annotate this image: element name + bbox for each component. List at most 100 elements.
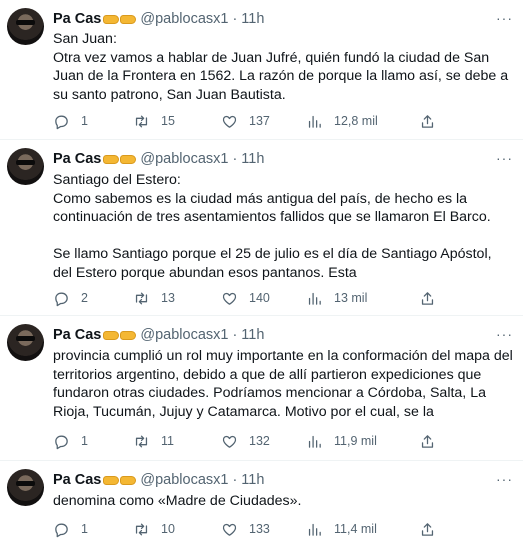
- tweet[interactable]: Pa Cas @pablocasx1 · 11h ··· denomina co…: [0, 461, 523, 537]
- retweet-button[interactable]: 11: [133, 433, 174, 450]
- share-button[interactable]: [419, 521, 447, 538]
- share-icon: [421, 291, 434, 305]
- author-name[interactable]: Pa Cas: [53, 11, 101, 27]
- tweet-feed: Pa Cas @pablocasx1 · 11h ··· San Juan: O…: [0, 0, 523, 537]
- more-icon[interactable]: ···: [496, 326, 513, 342]
- tweet[interactable]: Pa Cas @pablocasx1 · 11h ··· San Juan: O…: [0, 0, 523, 140]
- timestamp[interactable]: 11h: [241, 11, 264, 27]
- timestamp[interactable]: 11h: [241, 472, 264, 488]
- separator-dot: ·: [232, 472, 238, 488]
- timestamp[interactable]: 11h: [241, 327, 264, 343]
- views-icon: [308, 435, 321, 448]
- separator-dot: ·: [232, 151, 238, 167]
- reply-icon: [55, 115, 68, 129]
- like-count: 132: [249, 434, 270, 448]
- tweet-text: denomina como «Madre de Ciudades».: [53, 493, 302, 509]
- share-icon: [421, 114, 434, 128]
- author-handle[interactable]: @pablocasx1: [140, 327, 228, 343]
- more-icon[interactable]: ···: [496, 10, 513, 26]
- share-icon: [421, 522, 434, 536]
- share-button[interactable]: [419, 433, 447, 450]
- action-bar: 2 13 140 13 mil: [53, 288, 443, 308]
- author-handle[interactable]: @pablocasx1: [140, 11, 228, 27]
- heart-icon: [222, 523, 237, 536]
- like-count: 140: [249, 291, 270, 305]
- avatar[interactable]: [7, 469, 44, 506]
- more-icon[interactable]: ···: [496, 150, 513, 166]
- hand-emoji-icon: [103, 14, 137, 24]
- retweet-count: 11: [161, 434, 174, 448]
- more-icon[interactable]: ···: [496, 471, 513, 487]
- hand-emoji-icon: [103, 330, 137, 340]
- timestamp[interactable]: 11h: [241, 151, 264, 167]
- like-button[interactable]: 140: [221, 290, 270, 307]
- heart-icon: [222, 292, 237, 305]
- reply-icon: [55, 523, 68, 537]
- hand-emoji-icon: [103, 154, 137, 164]
- retweet-icon: [135, 292, 148, 304]
- reply-button[interactable]: 1: [53, 433, 88, 450]
- views-button[interactable]: 12,8 mil: [306, 113, 378, 130]
- views-count: 11,9 mil: [334, 434, 377, 448]
- retweet-button[interactable]: 10: [133, 521, 175, 538]
- author-name[interactable]: Pa Cas: [53, 327, 101, 343]
- tweet[interactable]: Pa Cas @pablocasx1 · 11h ··· provincia c…: [0, 316, 523, 461]
- tweet-header: Pa Cas @pablocasx1 · 11h: [53, 470, 264, 490]
- action-bar: 1 15 137 12,8 mil: [53, 111, 443, 131]
- retweet-count: 10: [161, 522, 175, 536]
- like-button[interactable]: 137: [221, 113, 270, 130]
- retweet-button[interactable]: 13: [133, 290, 175, 307]
- heart-icon: [222, 115, 237, 128]
- views-count: 11,4 mil: [334, 522, 377, 536]
- tweet-text: provincia cumplió un rol muy importante …: [53, 348, 513, 420]
- heart-icon: [222, 435, 237, 448]
- tweet-header: Pa Cas @pablocasx1 · 11h: [53, 9, 264, 29]
- author-handle[interactable]: @pablocasx1: [140, 472, 228, 488]
- views-button[interactable]: 11,4 mil: [306, 521, 377, 538]
- tweet-text: San Juan: Otra vez vamos a hablar de Jua…: [53, 31, 509, 103]
- tweet[interactable]: Pa Cas @pablocasx1 · 11h ··· Santiago de…: [0, 140, 523, 316]
- share-button[interactable]: [419, 290, 447, 307]
- avatar[interactable]: [7, 148, 44, 185]
- views-icon: [308, 115, 321, 128]
- author-handle[interactable]: @pablocasx1: [140, 151, 228, 167]
- retweet-count: 13: [161, 291, 175, 305]
- reply-button[interactable]: 1: [53, 113, 88, 130]
- reply-count: 1: [81, 522, 88, 536]
- avatar[interactable]: [7, 324, 44, 361]
- author-name[interactable]: Pa Cas: [53, 151, 101, 167]
- reply-count: 2: [81, 291, 88, 305]
- like-button[interactable]: 133: [221, 521, 270, 538]
- views-button[interactable]: 11,9 mil: [306, 433, 377, 450]
- reply-count: 1: [81, 434, 88, 448]
- views-icon: [308, 292, 321, 305]
- retweet-button[interactable]: 15: [133, 113, 175, 130]
- retweet-count: 15: [161, 114, 175, 128]
- reply-icon: [55, 292, 68, 306]
- tweet-text: Santiago del Estero: Como sabemos es la …: [53, 172, 492, 281]
- views-button[interactable]: 13 mil: [306, 290, 367, 307]
- like-count: 133: [249, 522, 270, 536]
- reply-button[interactable]: 2: [53, 290, 88, 307]
- author-name[interactable]: Pa Cas: [53, 472, 101, 488]
- share-button[interactable]: [419, 113, 447, 130]
- action-bar: 1 10 133 11,4 mil: [53, 519, 443, 539]
- views-count: 13 mil: [334, 291, 368, 305]
- avatar[interactable]: [7, 8, 44, 45]
- views-count: 12,8 mil: [334, 114, 378, 128]
- tweet-header: Pa Cas @pablocasx1 · 11h: [53, 149, 264, 169]
- reply-count: 1: [81, 114, 88, 128]
- action-bar: 1 11 132 11,9 mil: [53, 431, 443, 451]
- separator-dot: ·: [232, 11, 238, 27]
- like-count: 137: [249, 114, 270, 128]
- retweet-icon: [135, 523, 148, 535]
- views-icon: [308, 523, 321, 536]
- like-button[interactable]: 132: [221, 433, 270, 450]
- reply-button[interactable]: 1: [53, 521, 88, 538]
- tweet-header: Pa Cas @pablocasx1 · 11h: [53, 325, 264, 345]
- reply-icon: [55, 435, 68, 449]
- separator-dot: ·: [232, 327, 238, 343]
- hand-emoji-icon: [103, 475, 137, 485]
- retweet-icon: [135, 435, 148, 447]
- retweet-icon: [135, 115, 148, 127]
